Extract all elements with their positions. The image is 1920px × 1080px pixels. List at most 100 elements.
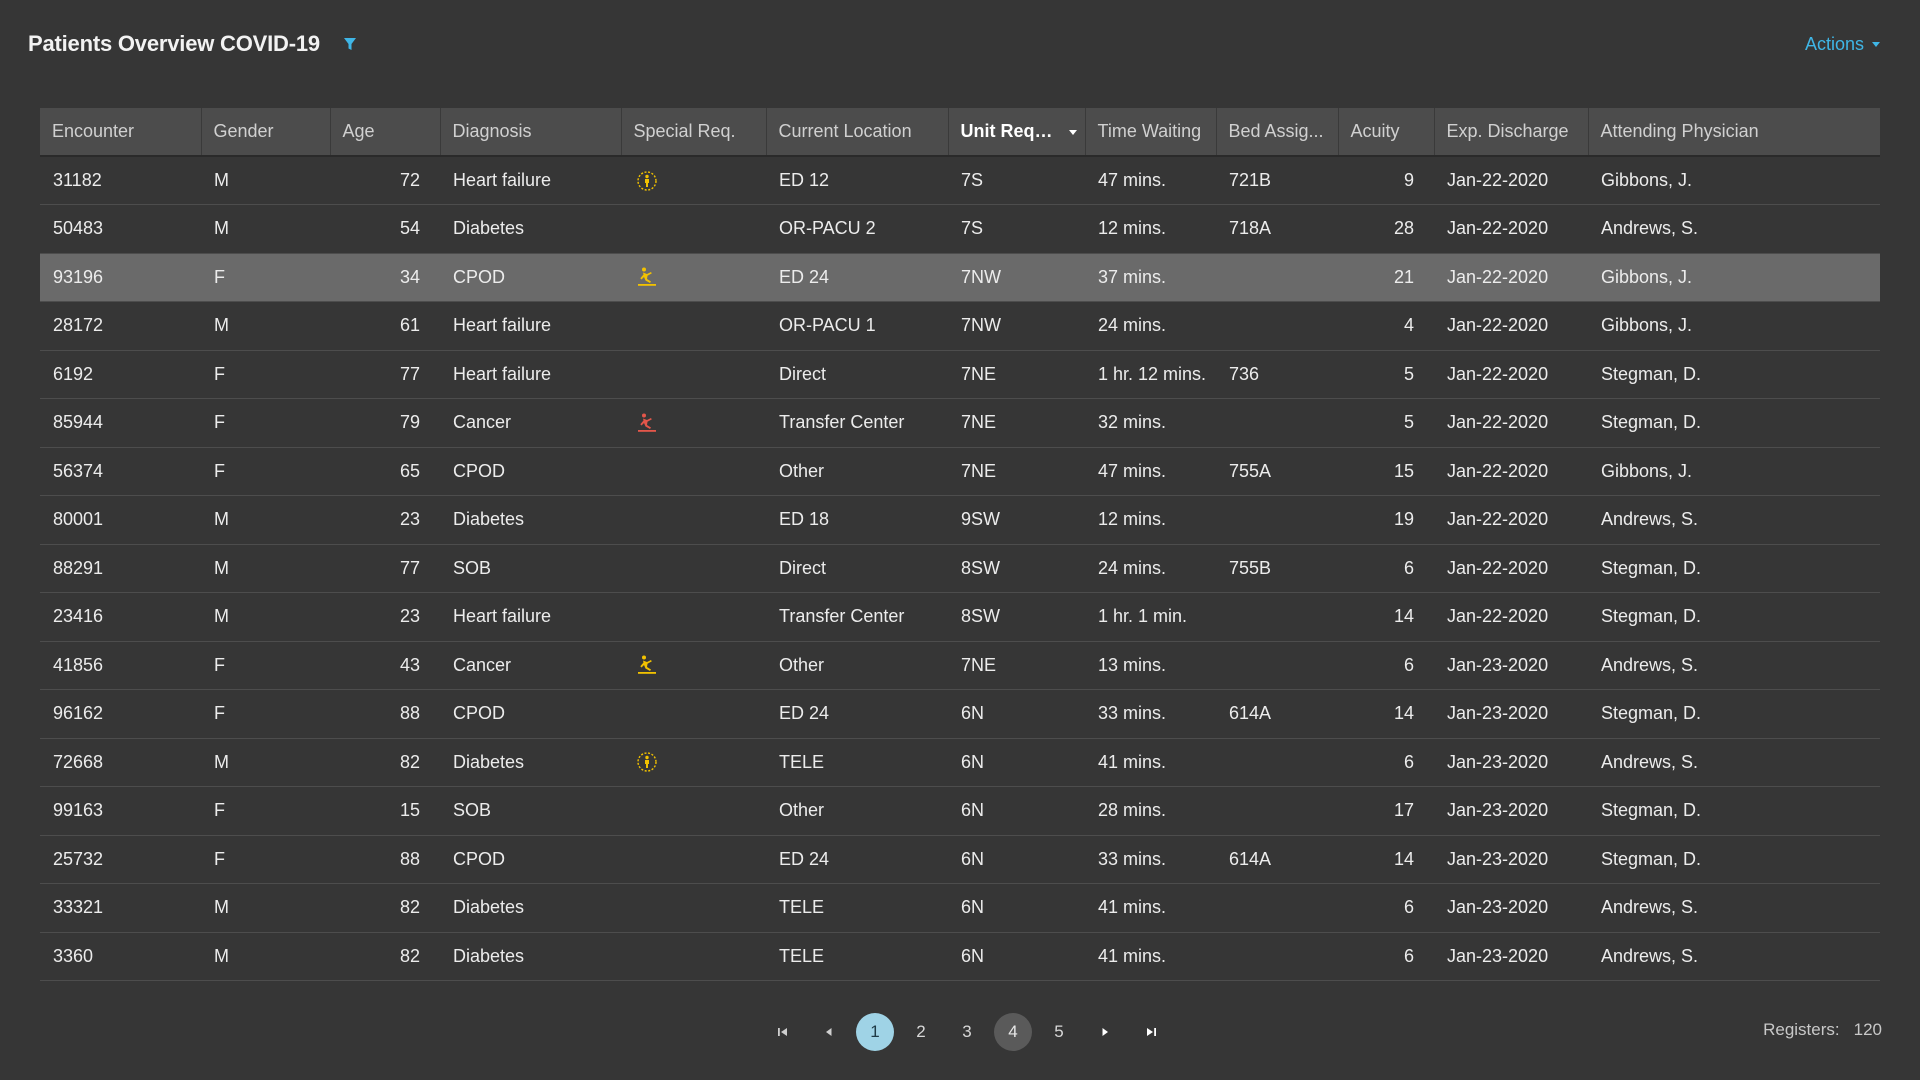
table-row[interactable]: 31182 M 72 Heart failure ED 12 7S 47 mins. 721B… [40, 156, 1880, 205]
page-2-button[interactable]: 2 [902, 1013, 940, 1051]
cell-acuity: 9 [1403, 170, 1414, 190]
cell-diagnosis: Diabetes [453, 945, 525, 966]
column-header-bed-assig[interactable]: Bed Assig... [1216, 108, 1339, 157]
cell-encounter: 99163 [53, 800, 104, 821]
cell-physician: Gibbons, J. [1601, 170, 1693, 190]
first-page-button[interactable] [764, 1013, 802, 1051]
cell-physician: Andrews, S. [1601, 218, 1699, 239]
column-header-label: Exp. Discharge [1446, 121, 1569, 141]
cell-waiting: 32 mins. [1098, 412, 1167, 433]
cell-gender: M [214, 897, 229, 918]
filter-icon[interactable] [342, 36, 358, 52]
cell-bed: 736 [1229, 363, 1260, 384]
page-1-button[interactable]: 1 [856, 1013, 894, 1051]
table-row[interactable]: 72668 M 82 Diabetes TELE 6N 41 mins. 6 Jan-23-20… [40, 738, 1880, 787]
cell-unit: 6N [961, 800, 985, 821]
cell-bed [1216, 302, 1338, 351]
cell-physician: Stegman, D. [1601, 606, 1702, 627]
cell-acuity: 28 [1393, 218, 1414, 239]
cell-diagnosis: Heart failure [453, 606, 552, 627]
fall-risk-icon [635, 654, 659, 675]
cell-age: 15 [399, 800, 420, 821]
cell-bed: 755B [1229, 557, 1272, 578]
special-req-cell [621, 932, 766, 981]
page-4-button[interactable]: 4 [994, 1013, 1032, 1051]
cell-physician: Andrews, S. [1601, 509, 1699, 530]
next-page-button[interactable] [1086, 1013, 1124, 1051]
table-row[interactable]: 6192 F 77 Heart failure Direct 7NE 1 hr. 12 mi… [40, 350, 1880, 399]
page-5-button[interactable]: 5 [1040, 1013, 1078, 1051]
cell-acuity: 19 [1393, 509, 1414, 530]
column-header-unit-requ[interactable]: Unit Requ... [948, 108, 1086, 157]
cell-encounter: 6192 [53, 363, 94, 384]
column-header-time-waiting[interactable]: Time Waiting [1085, 108, 1217, 157]
cell-location: OR-PACU 2 [779, 218, 876, 239]
table-row[interactable]: 93196 F 34 CPOD ED 24 7NW 37 mins. 21 Jan-22-202… [40, 253, 1880, 302]
cell-waiting: 12 mins. [1098, 218, 1167, 239]
cell-age: 23 [399, 606, 420, 627]
cell-acuity: 14 [1393, 848, 1414, 869]
table-row[interactable]: 80001 M 23 Diabetes ED 18 9SW 12 mins. 19 Jan-22… [40, 496, 1880, 544]
special-req-cell [621, 738, 766, 787]
cell-location: ED 24 [779, 848, 830, 869]
chevron-right-icon [1102, 1028, 1108, 1036]
table-row[interactable]: 3360 M 82 Diabetes TELE 6N 41 mins. 6 Jan-23-202… [40, 932, 1880, 981]
cell-bed [1216, 884, 1338, 933]
table-row[interactable]: 50483 M 54 Diabetes OR-PACU 2 7S 12 mins. 718A 2… [40, 205, 1880, 253]
table-row[interactable]: 88291 M 77 SOB Direct 8SW 24 mins. 755B 6 Jan-22-… [40, 544, 1880, 593]
table-row[interactable]: 99163 F 15 SOB Other 6N 28 mins. 17 Jan-23-2020 S… [40, 787, 1880, 836]
column-header-exp-discharge[interactable]: Exp. Discharge [1434, 108, 1589, 157]
cell-unit: 7S [961, 218, 984, 239]
special-req-cell [621, 641, 766, 690]
column-header-age[interactable]: Age [330, 108, 441, 157]
fall-risk-icon [635, 266, 659, 287]
table-row[interactable]: 41856 F 43 Cancer Other 7NE 13 mins. 6 Jan-23-20… [40, 641, 1880, 690]
column-header-label: Time Waiting [1097, 121, 1202, 141]
cell-diagnosis: Heart failure [453, 363, 552, 384]
page-3-button[interactable]: 3 [948, 1013, 986, 1051]
pagination: 12345 [760, 1012, 1174, 1052]
table-row[interactable]: 56374 F 65 CPOD Other 7NE 47 mins. 755A 15 Jan-22… [40, 447, 1880, 496]
cell-age: 54 [399, 218, 420, 239]
column-header-encounter[interactable]: Encounter [40, 108, 202, 157]
last-page-button[interactable] [1132, 1013, 1170, 1051]
cell-waiting: 41 mins. [1098, 751, 1167, 772]
cell-location: ED 24 [779, 266, 830, 287]
special-req-cell [621, 690, 766, 739]
cell-location: Transfer Center [779, 412, 905, 433]
cell-discharge: Jan-22-2020 [1447, 170, 1549, 190]
actions-menu[interactable]: Actions [1805, 34, 1880, 55]
column-header-attending-physician[interactable]: Attending Physician [1588, 108, 1880, 157]
prev-page-button[interactable] [810, 1013, 848, 1051]
cell-bed: 614A [1229, 703, 1272, 724]
cell-discharge: Jan-22-2020 [1447, 363, 1549, 384]
cell-unit: 6N [961, 751, 985, 772]
column-header-current-location[interactable]: Current Location [766, 108, 949, 157]
cell-physician: Andrews, S. [1601, 897, 1699, 918]
cell-bed: 718A [1229, 218, 1272, 239]
cell-waiting: 37 mins. [1098, 266, 1167, 287]
column-header-acuity[interactable]: Acuity [1338, 108, 1435, 157]
table-row[interactable]: 96162 F 88 CPOD ED 24 6N 33 mins. 614A 14 Jan-23-… [40, 690, 1880, 739]
column-header-gender[interactable]: Gender [201, 108, 331, 157]
cell-discharge: Jan-22-2020 [1447, 266, 1549, 287]
cell-age: 82 [399, 751, 420, 772]
sort-desc-icon[interactable] [1068, 130, 1077, 135]
column-header-special-req[interactable]: Special Req. [621, 108, 767, 157]
column-header-diagnosis[interactable]: Diagnosis [440, 108, 622, 157]
cell-gender: M [214, 315, 229, 336]
table-row[interactable]: 23416 M 23 Heart failure Transfer Center 8SW 1… [40, 593, 1880, 642]
table-row[interactable]: 25732 F 88 CPOD ED 24 6N 33 mins. 614A 14 Jan-23-… [40, 835, 1880, 884]
table-row[interactable]: 28172 M 61 Heart failure OR-PACU 1 7NW 24 mins… [40, 302, 1880, 351]
table-row[interactable]: 85944 F 79 Cancer Transfer Center 7NE 32 mins.… [40, 399, 1880, 447]
cell-location: Other [779, 800, 825, 821]
cell-bed [1216, 593, 1338, 642]
cell-discharge: Jan-23-2020 [1447, 703, 1549, 724]
cell-physician: Stegman, D. [1601, 703, 1702, 724]
cell-diagnosis: Cancer [453, 654, 512, 675]
cell-location: TELE [779, 897, 825, 918]
special-req-cell [621, 787, 766, 836]
table-row[interactable]: 33321 M 82 Diabetes TELE 6N 41 mins. 6 Jan-23-20… [40, 884, 1880, 933]
cell-acuity: 15 [1393, 460, 1414, 481]
cell-gender: F [214, 800, 225, 821]
